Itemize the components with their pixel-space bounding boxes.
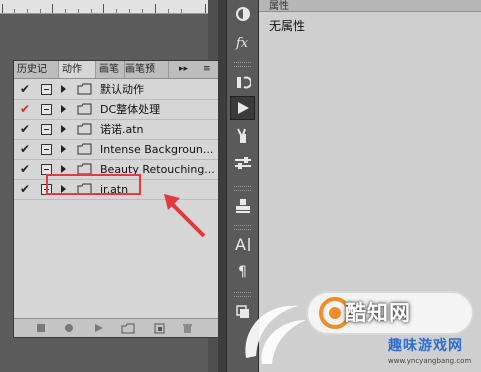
brush-tool-icon[interactable] xyxy=(230,124,255,148)
expand-arrow-icon[interactable] xyxy=(61,145,66,153)
folder-icon xyxy=(77,83,92,95)
tab-brush[interactable]: 画笔 xyxy=(96,61,125,78)
action-set-row[interactable]: ✔ DC整体处理 xyxy=(14,100,219,120)
paragraph-icon[interactable]: ¶ xyxy=(230,259,255,283)
folder-icon xyxy=(77,143,92,155)
panel-tab-bar: 历史记 动作 画笔 画笔预 ▸▸ ≡ xyxy=(14,61,219,79)
stop-icon[interactable] xyxy=(36,323,46,333)
watermark-title: 酷知网 xyxy=(345,301,411,325)
play-icon[interactable] xyxy=(94,323,104,333)
action-set-label: Intense Backgroun... xyxy=(100,143,214,156)
watermark-url: www.yncyangbang.com xyxy=(388,357,472,365)
new-action-icon[interactable] xyxy=(154,323,166,334)
type-tool-icon[interactable]: A xyxy=(230,232,255,256)
actions-bottom-bar xyxy=(14,318,219,337)
grip-handle[interactable] xyxy=(234,292,251,297)
record-icon[interactable] xyxy=(64,323,74,333)
new-set-icon[interactable] xyxy=(121,323,135,334)
fx-icon[interactable]: fx xyxy=(230,30,255,54)
action-set-label: DC整体处理 xyxy=(100,103,161,116)
action-set-row[interactable]: ✔ Intense Backgroun... xyxy=(14,140,219,160)
action-set-row[interactable]: ✔ 诺诺.atn xyxy=(14,120,219,140)
tab-brush-presets[interactable]: 画笔预 xyxy=(122,61,169,78)
tab-actions[interactable]: 动作 xyxy=(59,61,96,78)
top-ruler xyxy=(0,0,208,14)
collapse-icon[interactable]: ▸▸ xyxy=(179,61,188,78)
highlight-box xyxy=(46,174,141,195)
panel-divider xyxy=(218,0,226,372)
grip-handle[interactable] xyxy=(234,62,251,67)
watermark-swirl-icon xyxy=(245,305,306,364)
checkmark-icon[interactable]: ✔ xyxy=(20,182,32,196)
checkmark-icon[interactable]: ✔ xyxy=(20,102,32,116)
adjust-sliders-icon[interactable] xyxy=(230,151,255,175)
folder-icon xyxy=(77,123,92,135)
dialog-toggle-icon[interactable] xyxy=(41,104,52,115)
folder-icon xyxy=(77,103,92,115)
checkmark-icon[interactable]: ✔ xyxy=(20,122,32,136)
grip-handle[interactable] xyxy=(234,225,251,230)
pointer-arrow-icon xyxy=(164,194,206,238)
svg-text:fx: fx xyxy=(235,36,249,50)
tab-properties[interactable]: 属性 xyxy=(269,0,289,12)
dialog-toggle-icon[interactable] xyxy=(41,124,52,135)
grip-handle[interactable] xyxy=(234,186,251,191)
play-action-icon[interactable] xyxy=(230,96,255,120)
color-icon[interactable] xyxy=(230,2,255,26)
properties-tab-bar: 属性 xyxy=(259,0,481,12)
checkmark-icon[interactable]: ✔ xyxy=(20,142,32,156)
svg-text:¶: ¶ xyxy=(238,264,247,279)
expand-arrow-icon[interactable] xyxy=(61,85,66,93)
dialog-toggle-icon[interactable] xyxy=(41,144,52,155)
stamp-icon[interactable] xyxy=(230,194,255,218)
action-set-row[interactable]: ✔ 默认动作 xyxy=(14,80,219,100)
action-set-label: 默认动作 xyxy=(100,83,144,96)
expand-arrow-icon[interactable] xyxy=(61,125,66,133)
history-brush-icon[interactable] xyxy=(230,70,255,94)
no-properties-label: 无属性 xyxy=(269,19,306,33)
panel-menu-icon[interactable]: ≡ xyxy=(203,61,211,78)
dialog-toggle-icon[interactable] xyxy=(41,84,52,95)
svg-text:A: A xyxy=(235,235,246,253)
checkmark-icon[interactable]: ✔ xyxy=(20,82,32,96)
tab-history[interactable]: 历史记 xyxy=(14,61,59,78)
expand-arrow-icon[interactable] xyxy=(61,105,66,113)
expand-arrow-icon[interactable] xyxy=(61,165,66,173)
checkmark-icon[interactable]: ✔ xyxy=(20,162,32,176)
watermark-subtitle: 趣味游戏网 xyxy=(388,338,463,354)
action-set-label: 诺诺.atn xyxy=(100,123,144,136)
delete-icon[interactable] xyxy=(182,323,193,334)
